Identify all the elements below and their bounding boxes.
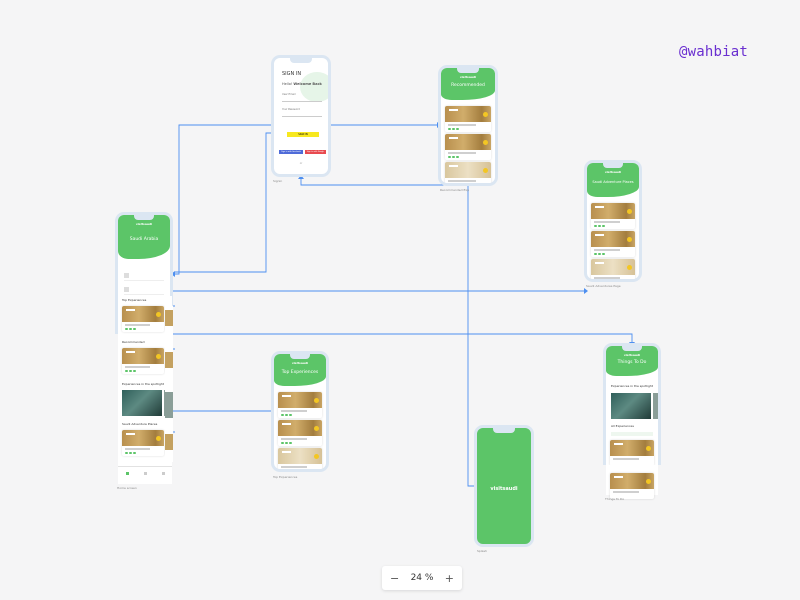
brand-logo: visitsaudi: [604, 170, 622, 174]
notch: [621, 346, 643, 351]
facebook-button[interactable]: Sign in with Facebook: [279, 150, 303, 154]
password-label: Your Password: [282, 108, 300, 111]
google-label: Sign in with Google: [306, 151, 325, 153]
experience-card[interactable]: [445, 162, 491, 183]
adventure-title: Saudi Adventure Places: [592, 180, 634, 184]
signin-welcome: Hello! Welcome Back: [282, 82, 322, 86]
wire-home-to-signin: [175, 132, 284, 273]
things-title: Things To Do: [617, 360, 647, 365]
brand-logo: visitsaudi: [135, 222, 153, 226]
welcome-text: Welcome Back: [293, 82, 322, 86]
notch: [290, 58, 312, 63]
frame-things-to-do[interactable]: visitsaudi Things To Do Experiences in t…: [603, 343, 661, 465]
wire-home-to-things: [131, 333, 633, 342]
home-header: visitsaudi Saudi Arabia: [118, 215, 170, 259]
email-field[interactable]: User Email: [282, 93, 322, 102]
experience-card[interactable]: [445, 106, 491, 132]
notch: [493, 428, 515, 433]
frame-top-experiences[interactable]: visitsaudi Top Experiences: [271, 351, 329, 472]
tab-search-icon[interactable]: [143, 472, 147, 475]
experience-card[interactable]: [278, 392, 322, 418]
zoom-control: − 24 % +: [382, 566, 462, 590]
google-button[interactable]: Sign in with Google: [305, 150, 326, 154]
password-field[interactable]: Your Password: [282, 108, 322, 117]
frame-signin[interactable]: SIGN IN Hello! Welcome Back User Email Y…: [271, 55, 331, 177]
frame-label-adventure: Saudi Adventures Page: [586, 284, 621, 288]
experience-card[interactable]: [122, 306, 164, 332]
experience-card[interactable]: [591, 231, 635, 257]
home-section-top-experiences: Top Experiences: [122, 298, 147, 302]
home-scroll-extension: Top Experiences Recommended Experiences …: [118, 296, 172, 484]
frame-label-things: Things To Do: [605, 497, 625, 501]
zoom-level: 24 %: [410, 573, 434, 583]
email-label: User Email: [282, 93, 296, 96]
home-section-spotlight: Experiences in the spotlight: [122, 382, 164, 386]
home-list-item[interactable]: [124, 271, 164, 281]
welcome-prefix: Hello!: [282, 82, 293, 86]
frame-splash[interactable]: visitsaudi: [474, 425, 534, 547]
experience-card[interactable]: [610, 473, 654, 499]
frame-label-splash: Splash: [477, 549, 487, 553]
frame-label-top: Top Experiences: [273, 475, 298, 479]
top-title: Top Experiences: [281, 370, 319, 375]
signin-cta-button[interactable]: SIGN IN: [287, 132, 319, 137]
frame-label-signin: Signin: [273, 179, 283, 183]
things-section-spotlight: Experiences in the spotlight: [611, 384, 653, 388]
adventure-header: visitsaudi Saudi Adventure Places: [587, 163, 639, 197]
notch: [602, 163, 624, 168]
brand-logo: visitsaudi: [623, 353, 641, 357]
notch: [133, 215, 155, 220]
things-scroll-extension: [606, 465, 658, 499]
experience-card[interactable]: [278, 448, 322, 469]
signin-footer: or: [299, 162, 303, 165]
things-section-all: All Experiences: [611, 424, 634, 428]
things-filter-bar[interactable]: [611, 432, 653, 436]
frame-label-home: Home screen: [117, 486, 137, 490]
recommended-title: Recommended: [451, 83, 485, 88]
tab-profile-icon[interactable]: [161, 472, 165, 475]
experience-card[interactable]: [591, 259, 635, 279]
signin-title: SIGN IN: [282, 71, 302, 77]
experience-card[interactable]: [278, 420, 322, 446]
zoom-out-button[interactable]: −: [390, 572, 399, 585]
experience-card[interactable]: [122, 348, 164, 374]
experience-card[interactable]: [591, 203, 635, 229]
zoom-in-button[interactable]: +: [445, 572, 454, 585]
home-section-adventure: Saudi Adventure Places: [122, 422, 158, 426]
frame-label-recommended: Recommended Exp: [440, 188, 470, 192]
home-tab-bar[interactable]: [118, 466, 172, 480]
author-handle: @wahbiat: [678, 44, 748, 60]
things-spotlight-photo[interactable]: [611, 393, 651, 419]
frame-saudi-adventure[interactable]: visitsaudi Saudi Adventure Places: [584, 160, 642, 282]
splash-logo: visitsaudi: [490, 486, 518, 492]
notch: [457, 68, 479, 73]
experience-card[interactable]: [610, 440, 654, 465]
home-title: Saudi Arabia: [129, 237, 159, 242]
tab-home-icon[interactable]: [125, 472, 129, 475]
home-peek-column: [165, 306, 173, 462]
notch: [289, 354, 311, 359]
home-section-recommended: Recommended: [122, 340, 145, 344]
frame-recommended[interactable]: visitsaudi Recommended: [438, 65, 498, 186]
things-spotlight-next[interactable]: [653, 393, 658, 419]
spotlight-photo[interactable]: [122, 390, 162, 416]
brand-logo: visitsaudi: [459, 75, 477, 79]
facebook-label: Sign in with Facebook: [281, 151, 301, 153]
cta-label: SIGN IN: [298, 133, 308, 136]
experience-card[interactable]: [122, 430, 164, 456]
brand-logo: visitsaudi: [291, 361, 309, 365]
experience-card[interactable]: [445, 134, 491, 160]
home-list-item[interactable]: [124, 285, 164, 295]
prototype-canvas[interactable]: @wahbiat SIGN IN Hello! Welcome Back Use…: [0, 0, 800, 600]
